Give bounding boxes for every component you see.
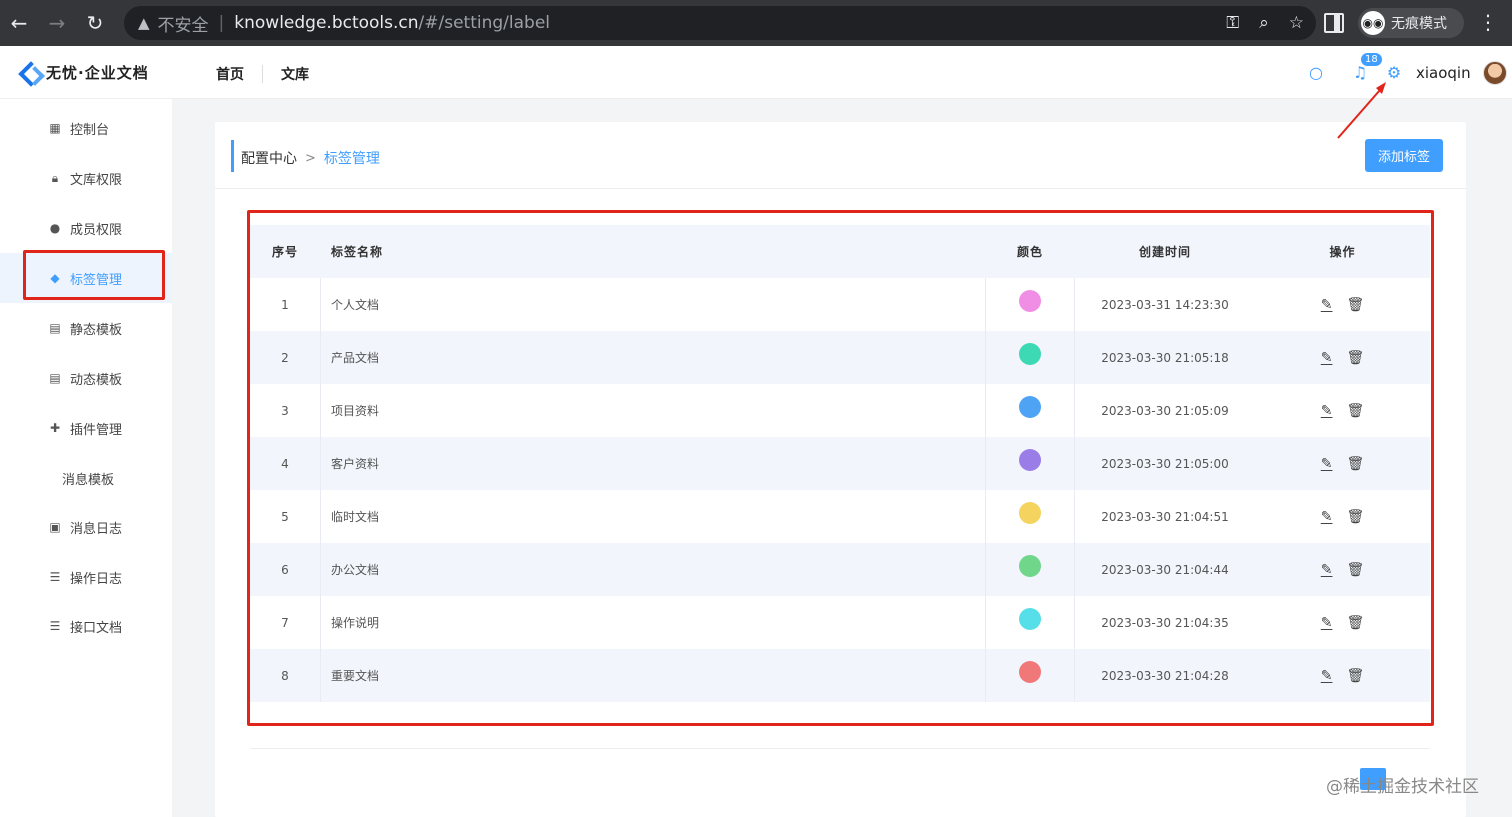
highlight-box-sidebar <box>23 250 165 300</box>
sidebar-item-dashboard[interactable]: ▦ 控制台 <box>0 103 172 153</box>
nav-home[interactable]: 首页 <box>216 64 262 84</box>
user-icon: ● <box>49 221 61 235</box>
bell-icon[interactable]: ♫ 18 <box>1350 51 1383 83</box>
sidebar-item-api-docs[interactable]: ☰ 接口文档 <box>0 601 172 651</box>
sidebar-item-label: 成员权限 <box>70 222 123 238</box>
address-divider: | <box>218 13 225 33</box>
sidebar-item-label: 插件管理 <box>70 422 123 438</box>
sidebar-item-member-permissions[interactable]: ● 成员权限 <box>0 203 172 253</box>
gear-icon[interactable]: ⚙ <box>1384 63 1404 83</box>
nav-library[interactable]: 文库 <box>281 64 327 84</box>
nav-divider <box>262 65 263 83</box>
forward-arrow-icon[interactable]: → <box>38 0 76 46</box>
dashboard-icon: ▦ <box>49 121 61 135</box>
insecure-label: 不安全 <box>157 15 209 36</box>
lock-icon: 🔒︎ <box>51 170 59 185</box>
notification-badge: 18 <box>1360 51 1383 67</box>
key-icon[interactable]: ⚿ <box>1226 13 1239 33</box>
incognito-icon: ◉◉ <box>1361 11 1385 35</box>
incognito-indicator[interactable]: ◉◉ 无痕模式 <box>1358 8 1464 38</box>
warning-triangle-icon: ▲ <box>138 14 150 32</box>
chevron-right-icon: > <box>305 150 316 166</box>
table-bottom-border <box>250 748 1430 749</box>
sidebar-item-message-templates[interactable]: 消息模板 <box>0 453 172 503</box>
breadcrumb: 配置中心 > 标签管理 <box>241 148 380 168</box>
incognito-label: 无痕模式 <box>1391 16 1447 32</box>
accent-bar <box>231 140 234 172</box>
template-icon: ▤ <box>49 371 61 385</box>
sidebar-item-plugin-management[interactable]: ✚ 插件管理 <box>0 403 172 453</box>
add-tag-button[interactable]: 添加标签 <box>1365 139 1443 172</box>
username[interactable]: xiaoqin <box>1416 64 1471 82</box>
logo-text: 无忧·企业文档 <box>46 64 149 82</box>
list-icon: ☰ <box>49 570 61 584</box>
sidebar-item-dynamic-templates[interactable]: ▤ 动态模板 <box>0 353 172 403</box>
back-arrow-icon[interactable]: ← <box>0 0 38 46</box>
highlight-box-table <box>247 210 1434 726</box>
clipboard-icon: ▣ <box>49 520 61 534</box>
sidebar: ▦ 控制台 🔒︎ 文库权限 ● 成员权限 ◆ 标签管理 ▤ 静态模板 ▤ 动态模… <box>0 99 172 817</box>
watermark-text: @稀土掘金技术社区 <box>1326 777 1479 797</box>
sidebar-item-operation-logs[interactable]: ☰ 操作日志 <box>0 552 172 602</box>
sidebar-item-label: 消息日志 <box>70 521 123 537</box>
puzzle-icon: ✚ <box>49 421 61 435</box>
url-host: knowledge.bctools.cn <box>234 13 419 33</box>
sidebar-item-label: 动态模板 <box>70 372 123 388</box>
sidebar-item-label: 接口文档 <box>70 620 123 636</box>
sidebar-item-message-logs[interactable]: ▣ 消息日志 <box>0 502 172 552</box>
address-bar[interactable]: ▲ 不安全 | knowledge.bctools.cn /#/setting/… <box>124 6 1316 40</box>
breadcrumb-current: 标签管理 <box>323 151 380 167</box>
list-icon: ☰ <box>49 619 61 633</box>
sidebar-item-label: 文库权限 <box>70 172 123 188</box>
panel-header: 配置中心 > 标签管理 添加标签 <box>215 122 1466 189</box>
template-icon: ▤ <box>49 321 61 335</box>
star-icon[interactable]: ☆ <box>1289 13 1304 33</box>
logo-icon <box>20 63 42 83</box>
sidebar-item-label: 消息模板 <box>62 472 115 488</box>
header-actions: ○ ♫ 18 ⚙ xiaoqin <box>1306 46 1507 99</box>
sidebar-item-label: 控制台 <box>70 122 110 138</box>
logo[interactable]: 无忧·企业文档 <box>20 62 149 83</box>
top-nav: 首页 文库 <box>216 64 327 84</box>
sidebar-item-label: 静态模板 <box>70 322 123 338</box>
sidebar-item-label: 操作日志 <box>70 571 123 587</box>
sidebar-item-static-templates[interactable]: ▤ 静态模板 <box>0 303 172 353</box>
reload-icon[interactable]: ↻ <box>76 0 114 46</box>
search-icon[interactable]: ○ <box>1306 63 1326 83</box>
side-panel-icon[interactable] <box>1324 13 1344 33</box>
avatar[interactable] <box>1482 60 1507 85</box>
url-path: /#/setting/label <box>418 13 551 33</box>
browser-menu-icon[interactable]: ⋮ <box>1478 10 1498 34</box>
address-bar-icons: ⚿ ⌕ ☆ <box>1226 6 1304 40</box>
zoom-icon[interactable]: ⌕ <box>1259 13 1269 33</box>
sidebar-item-library-permissions[interactable]: 🔒︎ 文库权限 <box>0 153 172 203</box>
breadcrumb-parent[interactable]: 配置中心 <box>241 148 297 168</box>
app-header: 无忧·企业文档 首页 文库 ○ ♫ 18 ⚙ xiaoqin <box>0 46 1512 99</box>
